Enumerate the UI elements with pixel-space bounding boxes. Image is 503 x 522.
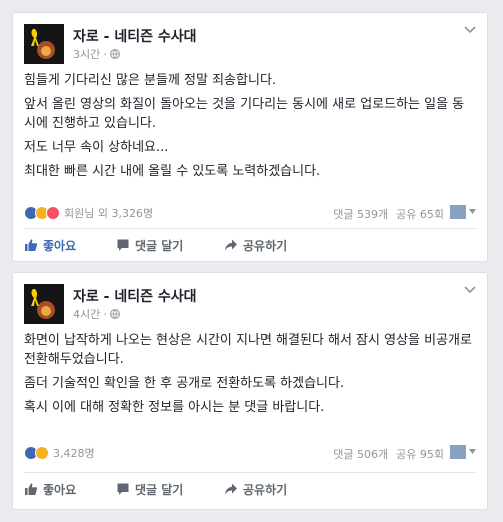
chevron-down-icon[interactable] bbox=[464, 26, 476, 34]
post-paragraph: 최대한 빠른 시간 내에 올릴 수 있도록 노력하겠습니다. bbox=[24, 164, 321, 179]
like-button[interactable]: 좋아요 bbox=[24, 481, 116, 498]
post-body: 힘들게 기다리신 많은 분들께 정말 죄송합니다. 앞서 올린 영상의 화질이 … bbox=[24, 71, 476, 186]
share-button[interactable]: 공유하기 bbox=[224, 237, 324, 254]
chevron-down-icon[interactable] bbox=[464, 286, 476, 294]
engagement-counts: 댓글 506개 공유 95회 bbox=[333, 446, 444, 462]
post-paragraph: 저도 너무 속이 상하네요... bbox=[24, 140, 169, 155]
post-actions: 좋아요 댓글 달기 공유하기 bbox=[24, 472, 476, 505]
share-arrow-icon bbox=[225, 239, 237, 251]
reaction-count[interactable]: 회원님 외 3,326명 bbox=[64, 205, 153, 221]
comment-label: 댓글 달기 bbox=[135, 482, 184, 497]
engagement-counts: 댓글 539개 공유 65회 bbox=[333, 206, 444, 222]
thumbs-up-icon bbox=[25, 239, 38, 251]
reactions-summary[interactable]: 회원님 외 3,326명 bbox=[24, 205, 153, 221]
chevron-down-icon[interactable] bbox=[469, 209, 476, 214]
comment-button[interactable]: 댓글 달기 bbox=[116, 481, 224, 498]
globe-icon bbox=[109, 309, 120, 319]
comment-count[interactable]: 댓글 506개 bbox=[333, 446, 388, 462]
chevron-down-icon[interactable] bbox=[469, 449, 476, 454]
share-label: 공유하기 bbox=[243, 238, 288, 253]
comment-bubble-icon bbox=[117, 483, 129, 495]
comment-label: 댓글 달기 bbox=[135, 238, 184, 253]
share-count[interactable]: 공유 95회 bbox=[396, 446, 444, 462]
share-count[interactable]: 공유 65회 bbox=[396, 206, 444, 222]
comment-count[interactable]: 댓글 539개 bbox=[333, 206, 388, 222]
love-reaction-icon bbox=[46, 206, 60, 220]
post-paragraph: 앞서 올린 영상의 화질이 돌아오는 것을 기다리는 동시에 새로 업로드하는 … bbox=[24, 97, 465, 131]
comment-button[interactable]: 댓글 달기 bbox=[116, 237, 224, 254]
viewer-avatar-icon[interactable] bbox=[450, 205, 466, 219]
share-arrow-icon bbox=[225, 483, 237, 495]
post-time[interactable]: 3시간 bbox=[73, 46, 100, 62]
like-label: 좋아요 bbox=[43, 482, 77, 497]
post-meta: 4시간 · bbox=[73, 306, 120, 322]
post-paragraph: 화면이 납작하게 나오는 현상은 시간이 지나면 해결된다 해서 잠시 영상을 … bbox=[24, 333, 472, 367]
post-card: 자로 - 네티즌 수사대 4시간 · 화면이 납작하게 나오는 현상은 시간이 … bbox=[12, 272, 488, 510]
page-avatar[interactable] bbox=[24, 284, 64, 324]
news-feed: 자로 - 네티즌 수사대 3시간 · 힘들게 기다리신 많은 분들께 정말 죄송… bbox=[0, 0, 503, 522]
post-body: 화면이 납작하게 나오는 현상은 시간이 지나면 해결된다 해서 잠시 영상을 … bbox=[24, 331, 476, 422]
post-card: 자로 - 네티즌 수사대 3시간 · 힘들게 기다리신 많은 분들께 정말 죄송… bbox=[12, 12, 488, 262]
comment-bubble-icon bbox=[117, 239, 129, 251]
post-paragraph: 혹시 이에 대해 정확한 정보를 아시는 분 댓글 바랍니다. bbox=[24, 400, 325, 415]
like-label: 좋아요 bbox=[43, 238, 77, 253]
post-meta: 3시간 · bbox=[73, 46, 120, 62]
share-button[interactable]: 공유하기 bbox=[224, 481, 324, 498]
post-header: 자로 - 네티즌 수사대 3시간 · bbox=[24, 24, 476, 64]
like-button[interactable]: 좋아요 bbox=[24, 237, 116, 254]
post-paragraph: 좀더 기술적인 확인을 한 후 공개로 전환하도록 하겠습니다. bbox=[24, 376, 345, 391]
page-avatar[interactable] bbox=[24, 24, 64, 64]
share-label: 공유하기 bbox=[243, 482, 288, 497]
post-paragraph: 힘들게 기다리신 많은 분들께 정말 죄송합니다. bbox=[24, 73, 277, 88]
post-stats: 3,428명 댓글 506개 공유 95회 bbox=[24, 443, 476, 463]
reaction-count[interactable]: 3,428명 bbox=[53, 445, 95, 461]
thumbs-up-icon bbox=[25, 483, 38, 495]
globe-icon bbox=[109, 49, 120, 59]
post-stats: 회원님 외 3,326명 댓글 539개 공유 65회 bbox=[24, 203, 476, 223]
sad-reaction-icon bbox=[35, 446, 49, 460]
post-time[interactable]: 4시간 bbox=[73, 306, 100, 322]
post-actions: 좋아요 댓글 달기 공유하기 bbox=[24, 228, 476, 261]
post-header: 자로 - 네티즌 수사대 4시간 · bbox=[24, 284, 476, 324]
page-name[interactable]: 자로 - 네티즌 수사대 bbox=[73, 26, 196, 46]
page-name[interactable]: 자로 - 네티즌 수사대 bbox=[73, 286, 196, 306]
reactions-summary[interactable]: 3,428명 bbox=[24, 445, 95, 461]
viewer-avatar-icon[interactable] bbox=[450, 445, 466, 459]
